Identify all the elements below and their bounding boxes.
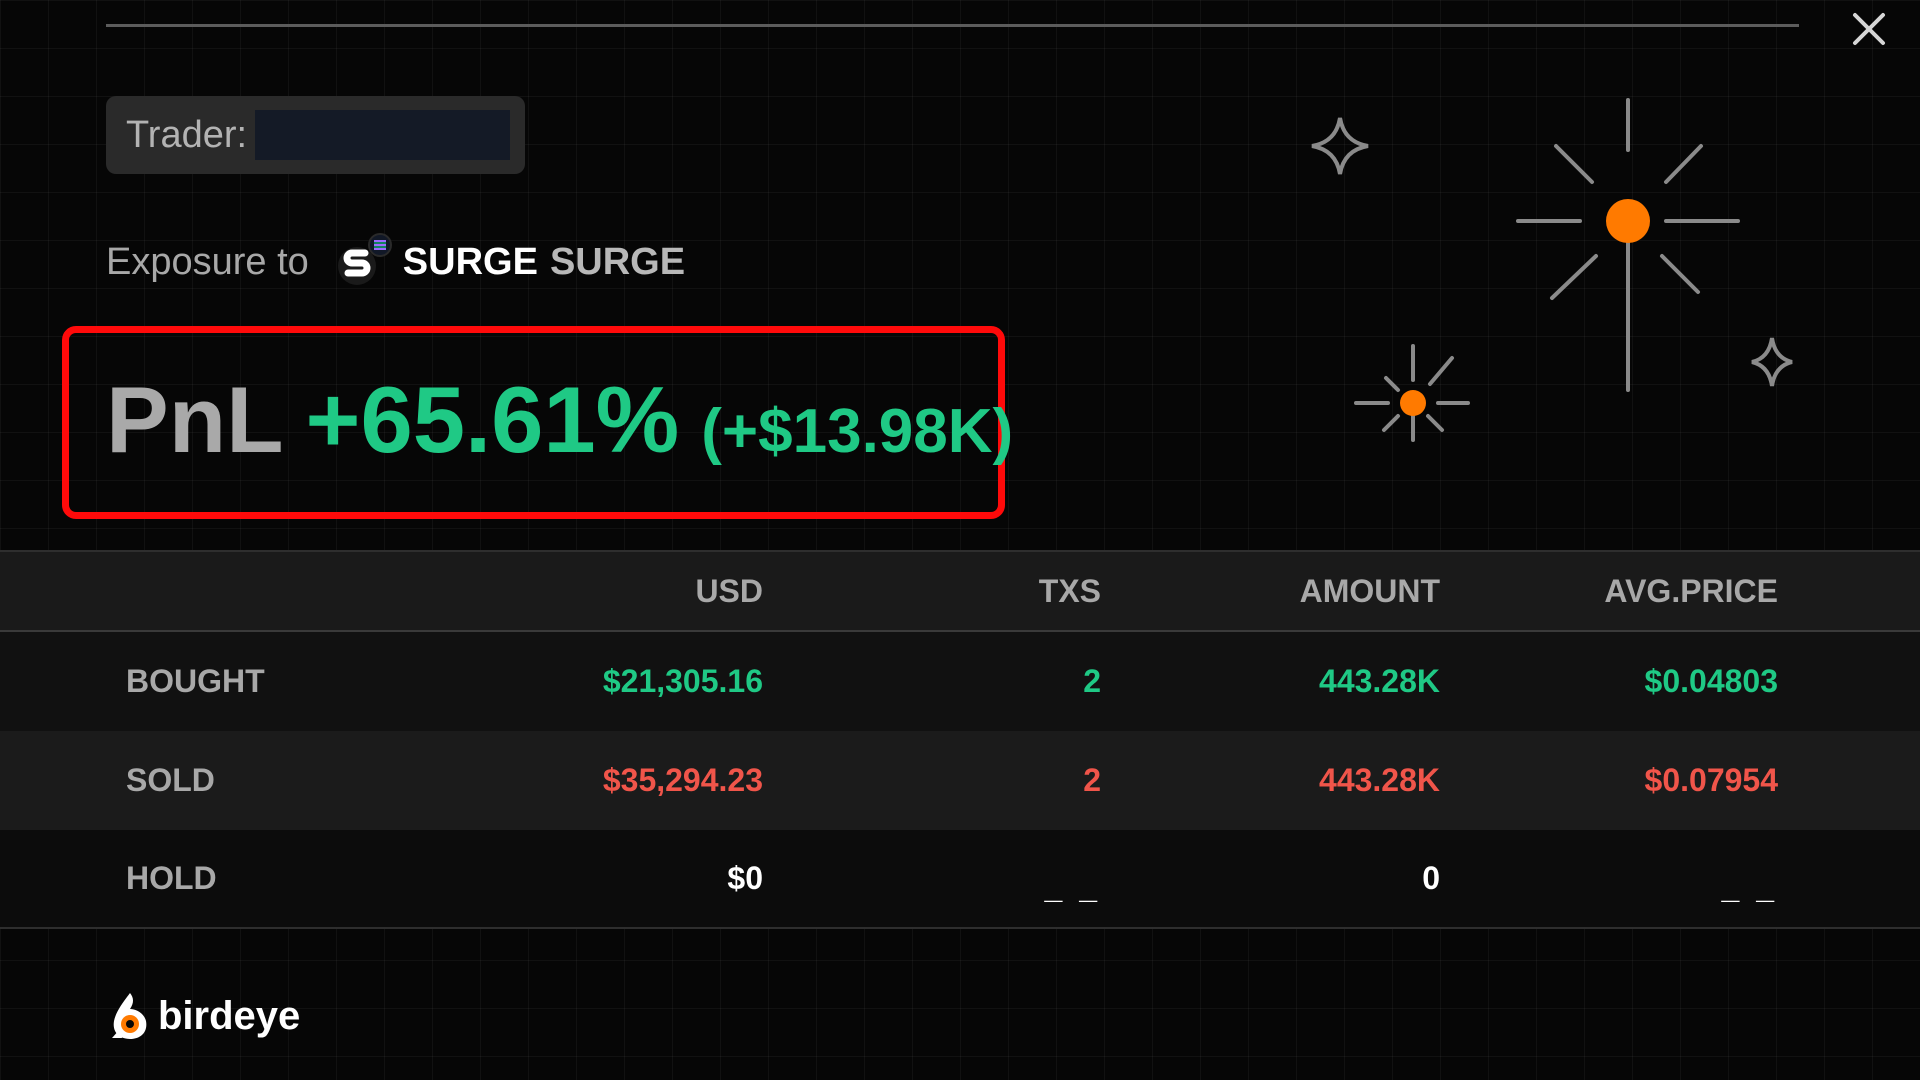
pnl-card: Trader: Exposure to SURGE SURGE PnL +65.… [0, 0, 1920, 1080]
column-header-usd: USD [695, 572, 763, 609]
small-burst-icon [1354, 344, 1470, 442]
table-row-sold: SOLD $35,294.23 2 443.28K $0.07954 [0, 731, 1920, 830]
close-icon [1853, 13, 1885, 45]
large-burst-icon [1516, 98, 1740, 392]
txs-value: 2 [1083, 762, 1101, 798]
amount-value: 443.28K [1319, 762, 1440, 798]
column-header-txs: TXS [1038, 572, 1101, 609]
row-label: SOLD [126, 762, 215, 798]
pnl-percent: +65.61% [305, 367, 680, 472]
txs-value: 2 [1083, 663, 1101, 699]
amount-value: 0 [1422, 860, 1440, 896]
token-name: SURGE [549, 240, 686, 283]
brand-name: birdeye [158, 993, 301, 1038]
usd-value: $21,305.16 [602, 663, 763, 699]
avg-price-value: $0.07954 [1644, 762, 1778, 798]
trade-summary-table: USD TXS AMOUNT AVG.PRICE BOUGHT $21,305.… [0, 550, 1920, 932]
top-divider [106, 24, 1799, 27]
surge-token-logo-icon [337, 232, 397, 292]
column-header-avg-price: AVG.PRICE [1604, 572, 1778, 609]
sparkle-star-small-icon [1751, 337, 1793, 387]
close-button[interactable] [1846, 6, 1892, 52]
amount-value: 443.28K [1319, 663, 1440, 699]
avg-price-value: $0.04803 [1644, 663, 1778, 699]
pnl-label: PnL [106, 367, 284, 472]
txs-value: _ _ [1044, 869, 1101, 905]
brand: birdeye [108, 988, 300, 1044]
usd-value: $0 [727, 860, 763, 896]
sparkle-decoration [1311, 98, 1793, 442]
trader-address-redacted [255, 110, 511, 160]
table-row-hold: HOLD $0 _ _ 0 _ _ [0, 830, 1920, 929]
column-header-amount: AMOUNT [1299, 572, 1440, 609]
exposure-row: Exposure to SURGE SURGE [106, 232, 685, 292]
usd-value: $35,294.23 [602, 762, 763, 798]
row-label: BOUGHT [126, 663, 265, 699]
token-symbol: SURGE [402, 240, 538, 283]
exposure-label: Exposure to [106, 240, 309, 283]
pnl-absolute: (+$13.98K) [701, 397, 1014, 466]
table-header: USD TXS AMOUNT AVG.PRICE [0, 550, 1920, 632]
birdeye-logo-icon [108, 991, 152, 1041]
table-row-bought: BOUGHT $21,305.16 2 443.28K $0.04803 [0, 632, 1920, 731]
avg-price-value: _ _ [1721, 869, 1778, 905]
trader-label: Trader: [126, 113, 248, 156]
trader-field: Trader: [106, 96, 525, 174]
row-label: HOLD [126, 860, 217, 896]
sparkle-star-icon [1311, 117, 1369, 175]
pnl-summary: PnL +65.61% (+$13.98K) [106, 366, 1013, 476]
